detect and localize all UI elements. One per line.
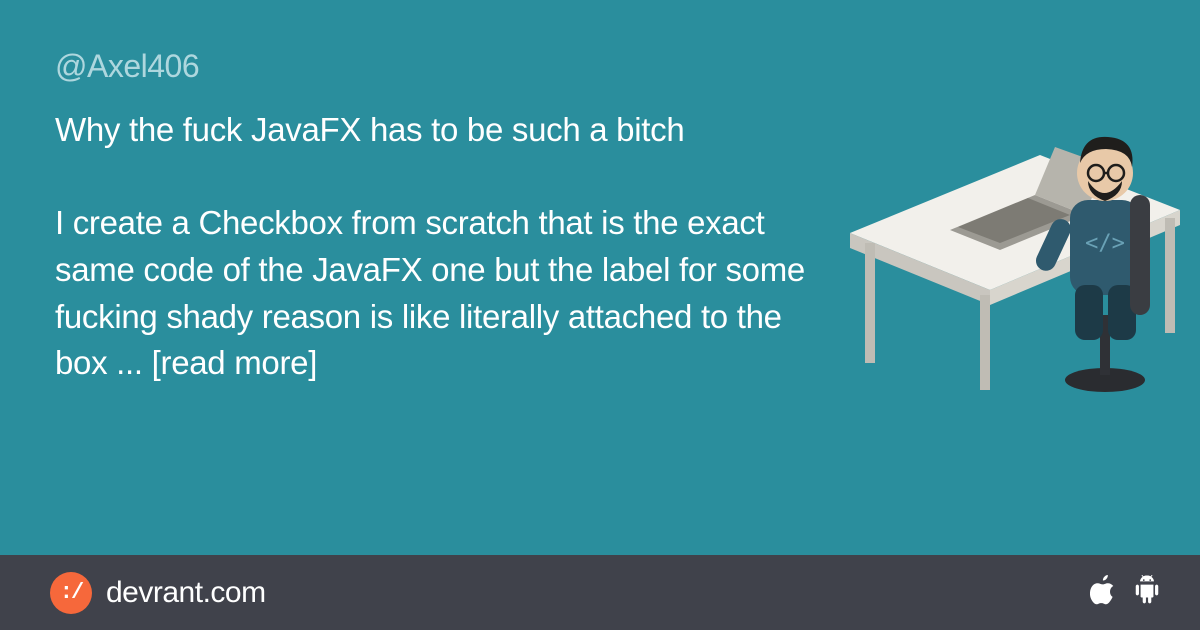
logo-ball-icon: :/ [50,572,92,614]
chair-back [1130,195,1150,315]
post-content: @Axel406 Why the fuck JavaFX has to be s… [55,48,830,387]
apple-icon[interactable] [1090,575,1116,610]
avatar-illustration: </> [830,35,1190,395]
username-handle[interactable]: @Axel406 [55,48,830,85]
desk-leg [1165,218,1175,333]
desk-leg [980,295,990,390]
post-paragraph-2[interactable]: I create a Checkbox from scratch that is… [55,200,830,387]
post-body: Why the fuck JavaFX has to be such a bit… [55,107,830,387]
platform-icons [1090,575,1160,610]
shirt-code-icon: </> [1085,231,1125,256]
footer-bar: :/ devrant.com [0,555,1200,630]
person-leg [1075,285,1103,340]
desk-leg [865,243,875,363]
site-logo[interactable]: :/ devrant.com [50,572,266,614]
android-icon[interactable] [1134,575,1160,610]
post-paragraph-1: Why the fuck JavaFX has to be such a bit… [55,107,830,154]
site-name: devrant.com [106,576,266,610]
